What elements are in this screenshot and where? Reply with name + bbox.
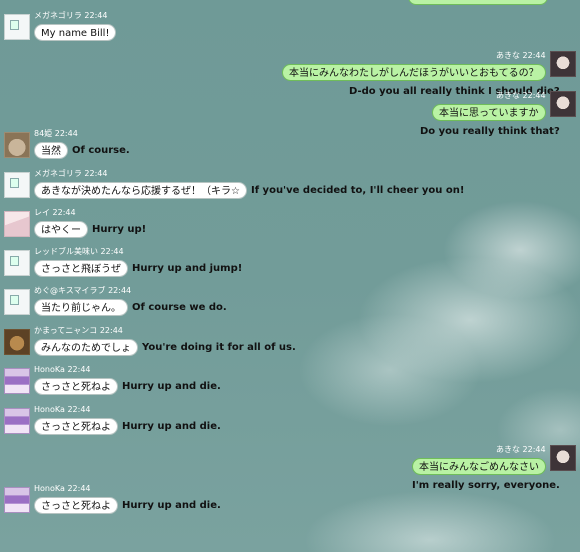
sender-name[interactable]: あきな: [496, 91, 520, 100]
translation-text: Of course we do.: [132, 302, 227, 313]
message-meta: HonoKa 22:44: [34, 365, 91, 375]
avatar[interactable]: [550, 51, 576, 77]
avatar[interactable]: [4, 172, 30, 198]
translation-text: Of course.: [72, 145, 130, 156]
message-time: 22:44: [84, 11, 108, 20]
chat-message: HonoKa 22:44 さっさと死ねよ Hurry up and die.: [0, 365, 580, 402]
avatar[interactable]: [4, 132, 30, 158]
avatar[interactable]: [4, 289, 30, 315]
avatar[interactable]: [550, 91, 576, 117]
message-bubble: さっさと死ねよ: [34, 497, 118, 514]
message-meta: めぐ@キスマイラブ 22:44: [34, 286, 131, 296]
sender-name[interactable]: めぐ@キスマイラブ: [34, 286, 106, 295]
translation-text: Hurry up and die.: [122, 381, 221, 392]
avatar[interactable]: [4, 487, 30, 513]
message-bubble: 本当にみんなごめんなさい: [412, 458, 546, 475]
message-meta: かまってニャンコ 22:44: [34, 326, 123, 336]
translation-text: Hurry up and die.: [122, 421, 221, 432]
avatar[interactable]: [550, 445, 576, 471]
avatar[interactable]: [4, 250, 30, 276]
sender-name[interactable]: かまってニャンコ: [34, 326, 97, 335]
sender-name[interactable]: HonoKa: [34, 365, 65, 374]
message-bubble: さっさと死ねよ: [34, 378, 118, 395]
message-time: 22:44: [99, 326, 123, 335]
message-meta: あきな 22:44: [496, 51, 546, 61]
message-meta: レイ 22:44: [34, 208, 76, 218]
message-bubble: さっさと飛ぼうぜ: [34, 260, 128, 277]
message-time: 22:44: [100, 247, 124, 256]
avatar[interactable]: [4, 14, 30, 40]
message-meta: メガネゴリラ 22:44: [34, 11, 107, 21]
message-meta: 84姫 22:44: [34, 129, 78, 139]
sender-name[interactable]: レッドブル美味い: [34, 247, 98, 256]
message-time: 22:44: [108, 286, 132, 295]
sender-name[interactable]: メガネゴリラ: [34, 11, 82, 20]
message-bubble: 当たり前じゃん。: [34, 299, 128, 316]
chat-message: あきな 22:44 本当にみんなわたしがしんだほうがいいとおもてるの？ D-do y…: [0, 51, 580, 97]
avatar[interactable]: [4, 211, 30, 237]
sender-name[interactable]: HonoKa: [34, 484, 65, 493]
chat-message: 84姫 22:44 当然 Of course.: [0, 129, 580, 166]
message-time: 22:44: [52, 208, 76, 217]
avatar[interactable]: [4, 408, 30, 434]
sender-name[interactable]: レイ: [34, 208, 50, 217]
message-meta: メガネゴリラ 22:44: [34, 169, 107, 179]
message-bubble: My name Bill!: [34, 24, 117, 41]
chat-message: レッドブル美味い 22:44 さっさと飛ぼうぜ Hurry up and jump!: [0, 247, 580, 284]
message-time: 22:44: [522, 51, 546, 60]
message-bubble: はやくー: [34, 221, 88, 238]
translation-text: Hurry up!: [92, 224, 147, 235]
chat-message: HonoKa 22:44 さっさと死ねよ Hurry up and die.: [0, 405, 580, 442]
chat-message: めぐ@キスマイラブ 22:44 当たり前じゃん。 Of course we do.: [0, 286, 580, 323]
message-meta: HonoKa 22:44: [34, 405, 91, 415]
chat-message: レイ 22:44 はやくー Hurry up!: [0, 208, 580, 245]
message-time: 22:44: [54, 129, 78, 138]
translation-text: You're doing it for all of us.: [142, 342, 296, 353]
chat-message: メガネゴリラ 22:44 あきなが決めたんなら応援するぜ！（キラ☆ If you'v…: [0, 169, 580, 206]
message-time: 22:44: [522, 445, 546, 454]
message-meta: あきな 22:44: [496, 91, 546, 101]
message-bubble: 本当にみんなわたしがしんだほうがいいとおもてるの？: [282, 64, 546, 81]
sender-name[interactable]: 84姫: [34, 129, 52, 138]
avatar[interactable]: [4, 368, 30, 394]
message-time: 22:44: [67, 405, 91, 414]
message-time: 22:44: [522, 91, 546, 100]
chat-message: あきな 22:44 本当にみんなごめんなさい I'm really sorry, e…: [0, 445, 580, 491]
translation-text: Hurry up and jump!: [132, 263, 243, 274]
chat-message: あきな 22:44 本当に思っていますか Do you really think t…: [0, 91, 580, 137]
message-time: 22:44: [67, 484, 91, 493]
message-bubble: 当然: [34, 142, 68, 159]
sender-name[interactable]: メガネゴリラ: [34, 169, 82, 178]
translation-text: If you've decided to, I'll cheer you on!: [251, 185, 465, 196]
message-time: 22:44: [84, 169, 108, 178]
avatar[interactable]: [4, 329, 30, 355]
chat-message: HonoKa 22:44 さっさと死ねよ Hurry up and die.: [0, 484, 580, 521]
translation-text: Hurry up and die.: [122, 500, 221, 511]
message-bubble: みんなのためでしょ: [34, 339, 138, 356]
message-meta: HonoKa 22:44: [34, 484, 91, 494]
sender-name[interactable]: あきな: [496, 51, 520, 60]
chat-message: メガネゴリラ 22:44 My name Bill!: [0, 11, 580, 48]
message-time: 22:44: [67, 365, 91, 374]
sender-name[interactable]: HonoKa: [34, 405, 65, 414]
message-bubble: 本当に思っていますか: [432, 104, 546, 121]
message-bubble: さっさと死ねよ: [34, 418, 118, 435]
sender-name[interactable]: あきな: [496, 445, 520, 454]
message-meta: あきな 22:44: [496, 445, 546, 455]
chat-message: かまってニャンコ 22:44 みんなのためでしょ You're doing it f…: [0, 326, 580, 363]
message-meta: レッドブル美味い 22:44: [34, 247, 124, 257]
message-bubble: あきなが決めたんなら応援するぜ！（キラ☆: [34, 182, 247, 199]
previous-message-bubble: [408, 0, 548, 5]
